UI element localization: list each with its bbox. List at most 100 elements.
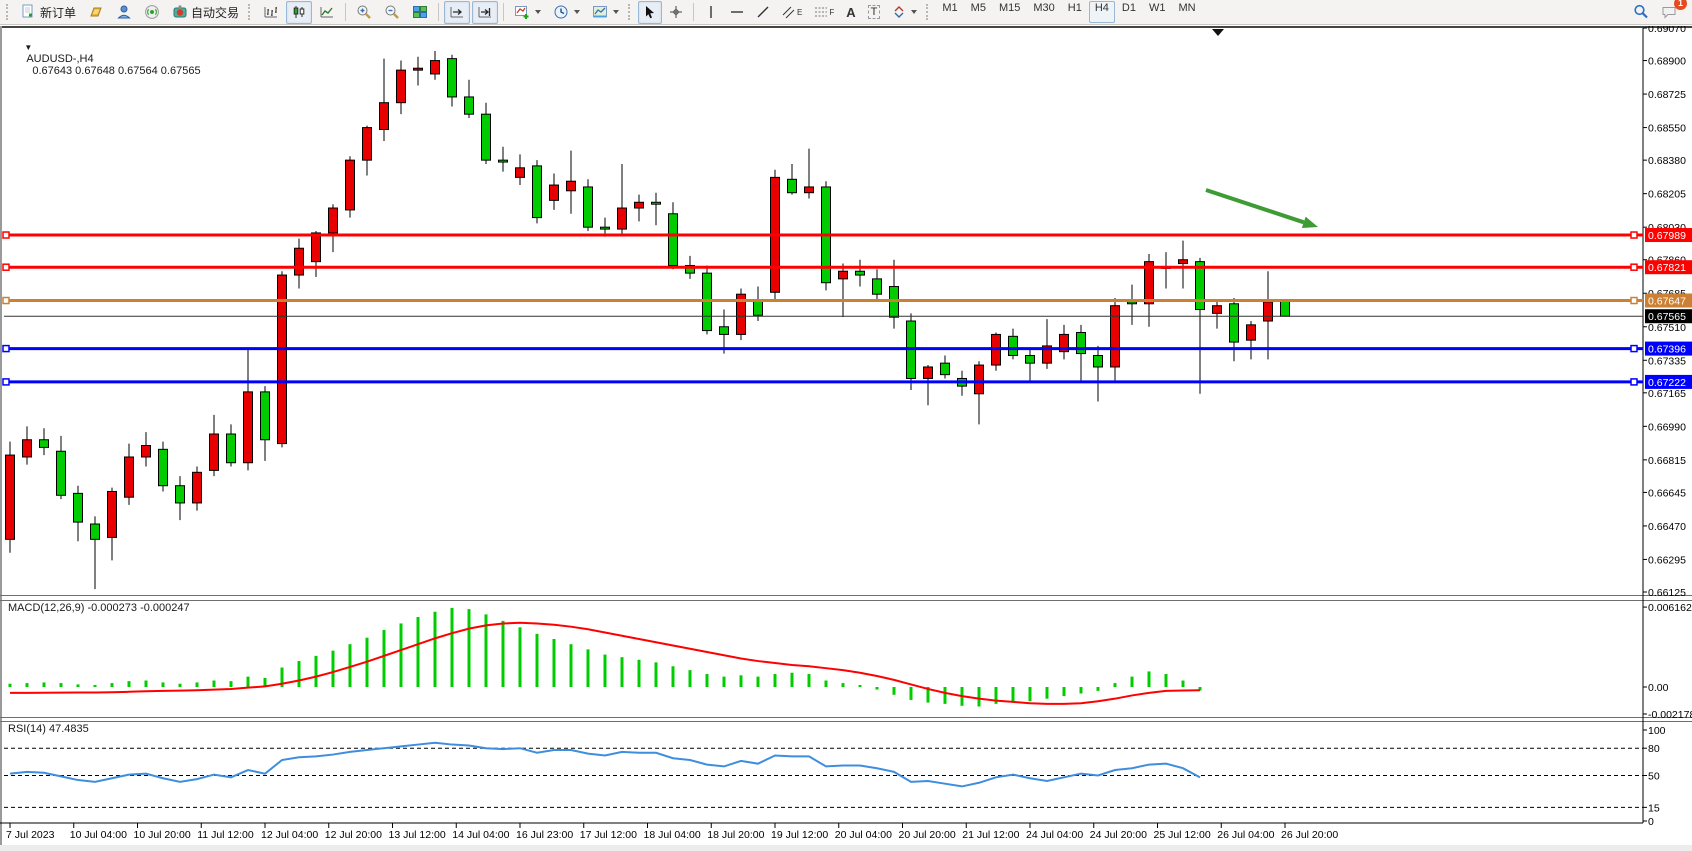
timeframe-button-M5[interactable]: M5 (965, 1, 992, 23)
candle-body (550, 185, 559, 200)
price-tick-label: 0.68380 (1648, 155, 1686, 167)
arrows-tool-button[interactable] (887, 1, 922, 24)
candle-body (159, 449, 168, 485)
label-tool-button[interactable]: T (863, 1, 886, 24)
auto-scroll-button[interactable] (444, 1, 470, 24)
time-tick-label: 11 Jul 12:00 (197, 829, 254, 841)
hline-handle[interactable] (3, 298, 9, 304)
hline-handle[interactable] (3, 232, 9, 238)
candle-body (448, 59, 457, 97)
hline-handle[interactable] (3, 264, 9, 270)
horizontal-line-0.67396[interactable]: 0.67396 (3, 342, 1692, 356)
candle-body (1026, 355, 1035, 363)
hline-handle[interactable] (3, 346, 9, 352)
chart-collapse-icon[interactable]: ▼ (24, 43, 32, 52)
new-order-button[interactable]: 新订单 (16, 1, 81, 24)
candle-body (465, 97, 474, 114)
time-tick-label: 26 Jul 20:00 (1281, 829, 1338, 841)
chart-window[interactable]: 0.690700.689000.687250.685500.683800.682… (0, 26, 1692, 851)
horizontal-line-0.67989[interactable]: 0.67989 (3, 228, 1692, 242)
trendline-tool-button[interactable] (751, 1, 775, 24)
zoom-in-button[interactable] (351, 1, 377, 24)
auto-trading-button[interactable]: 自动交易 (167, 1, 244, 24)
periods-button[interactable] (548, 1, 585, 24)
timeframe-button-D1[interactable]: D1 (1116, 1, 1142, 23)
hline-price-label: 0.67647 (1648, 296, 1686, 308)
hline-handle[interactable] (1631, 346, 1637, 352)
toolbar-grip[interactable] (6, 4, 12, 20)
text-tool-button[interactable]: A (841, 1, 860, 24)
hline-handle[interactable] (3, 379, 9, 385)
indicators-button[interactable] (509, 1, 546, 24)
hline-handle[interactable] (1631, 264, 1637, 270)
timeframe-group: M1M5M15M30H1H4D1W1MN (936, 1, 1201, 23)
candle-body (1247, 325, 1256, 340)
time-tick-label: 18 Jul 20:00 (707, 829, 764, 841)
templates-button[interactable] (587, 1, 624, 24)
candle-body (6, 455, 15, 539)
chart-title: ▼ AUDUSD-,H4 0.67643 0.67648 0.67564 0.6… (6, 29, 201, 89)
zoom-out-icon (384, 4, 400, 20)
candle-body (1264, 302, 1273, 321)
trend-arrow-annotation[interactable] (1206, 190, 1318, 228)
timeframe-button-M15[interactable]: M15 (993, 1, 1026, 23)
hline-handle[interactable] (1631, 379, 1637, 385)
indicators-caret (535, 10, 541, 14)
price-tick-label: 0.66815 (1648, 455, 1686, 467)
horizontal-line-0.67647[interactable]: 0.67647 (3, 294, 1692, 308)
chart-canvas[interactable]: 0.690700.689000.687250.685500.683800.682… (0, 26, 1692, 851)
time-tick-label: 24 Jul 04:00 (1026, 829, 1083, 841)
auto-scroll-icon (449, 4, 465, 20)
chart-shift-button[interactable] (472, 1, 498, 24)
fibonacci-tool-button[interactable]: F (809, 1, 839, 24)
hline-handle[interactable] (1631, 232, 1637, 238)
channel-tool-button[interactable]: E (777, 1, 807, 24)
arrows-caret (911, 10, 917, 14)
candle-body (397, 70, 406, 103)
candle-body (618, 208, 627, 229)
timeframe-button-MN[interactable]: MN (1172, 1, 1201, 23)
candle-body (431, 61, 440, 74)
profiles-button[interactable] (83, 1, 109, 24)
arrow-head[interactable] (1302, 217, 1318, 228)
line-chart-icon (319, 4, 335, 20)
toolbar-grip[interactable] (248, 4, 254, 20)
price-tick-label: 0.68725 (1648, 89, 1686, 101)
signals-button[interactable] (139, 1, 165, 24)
cursor-tool-button[interactable] (638, 1, 662, 24)
price-tick-label: 0.69070 (1648, 26, 1686, 35)
horizontal-line-tool-button[interactable] (725, 1, 749, 24)
hline-handle[interactable] (1631, 298, 1637, 304)
search-button[interactable] (1628, 1, 1654, 24)
crosshair-tool-button[interactable] (664, 1, 688, 24)
horizontal-line-0.67222[interactable]: 0.67222 (3, 375, 1692, 389)
bar-chart-button[interactable] (258, 1, 284, 24)
candlestick-chart-button[interactable] (286, 1, 312, 24)
price-tick-label: 0.66125 (1648, 587, 1686, 599)
community-button[interactable] (111, 1, 137, 24)
arrow-shaft[interactable] (1206, 190, 1304, 222)
timeframe-button-M30[interactable]: M30 (1027, 1, 1060, 23)
cursor-icon (643, 5, 657, 19)
timeframe-button-M1[interactable]: M1 (936, 1, 963, 23)
toolbar-grip[interactable] (926, 4, 932, 20)
timeframe-button-H1[interactable]: H1 (1062, 1, 1088, 23)
candle-body (40, 440, 49, 448)
timeframe-button-H4[interactable]: H4 (1089, 1, 1115, 23)
line-chart-button[interactable] (314, 1, 340, 24)
candle-body (1179, 260, 1188, 264)
candle-body (1230, 304, 1239, 342)
candle-body (1009, 336, 1018, 355)
toolbar-grip[interactable] (628, 4, 634, 20)
chart-symbol-period: AUDUSD-,H4 (26, 53, 93, 65)
zoom-out-button[interactable] (379, 1, 405, 24)
timeframe-button-W1[interactable]: W1 (1143, 1, 1172, 23)
scroll-marker-icon (1212, 29, 1224, 36)
chat-button[interactable]: 1 (1656, 1, 1682, 24)
bar-chart-icon (263, 4, 279, 20)
tile-windows-button[interactable] (407, 1, 433, 24)
candle-body (74, 493, 83, 522)
text-tool-icon: A (846, 5, 855, 20)
hline-price-label: 0.67989 (1648, 230, 1686, 242)
vertical-line-tool-button[interactable] (699, 1, 723, 24)
